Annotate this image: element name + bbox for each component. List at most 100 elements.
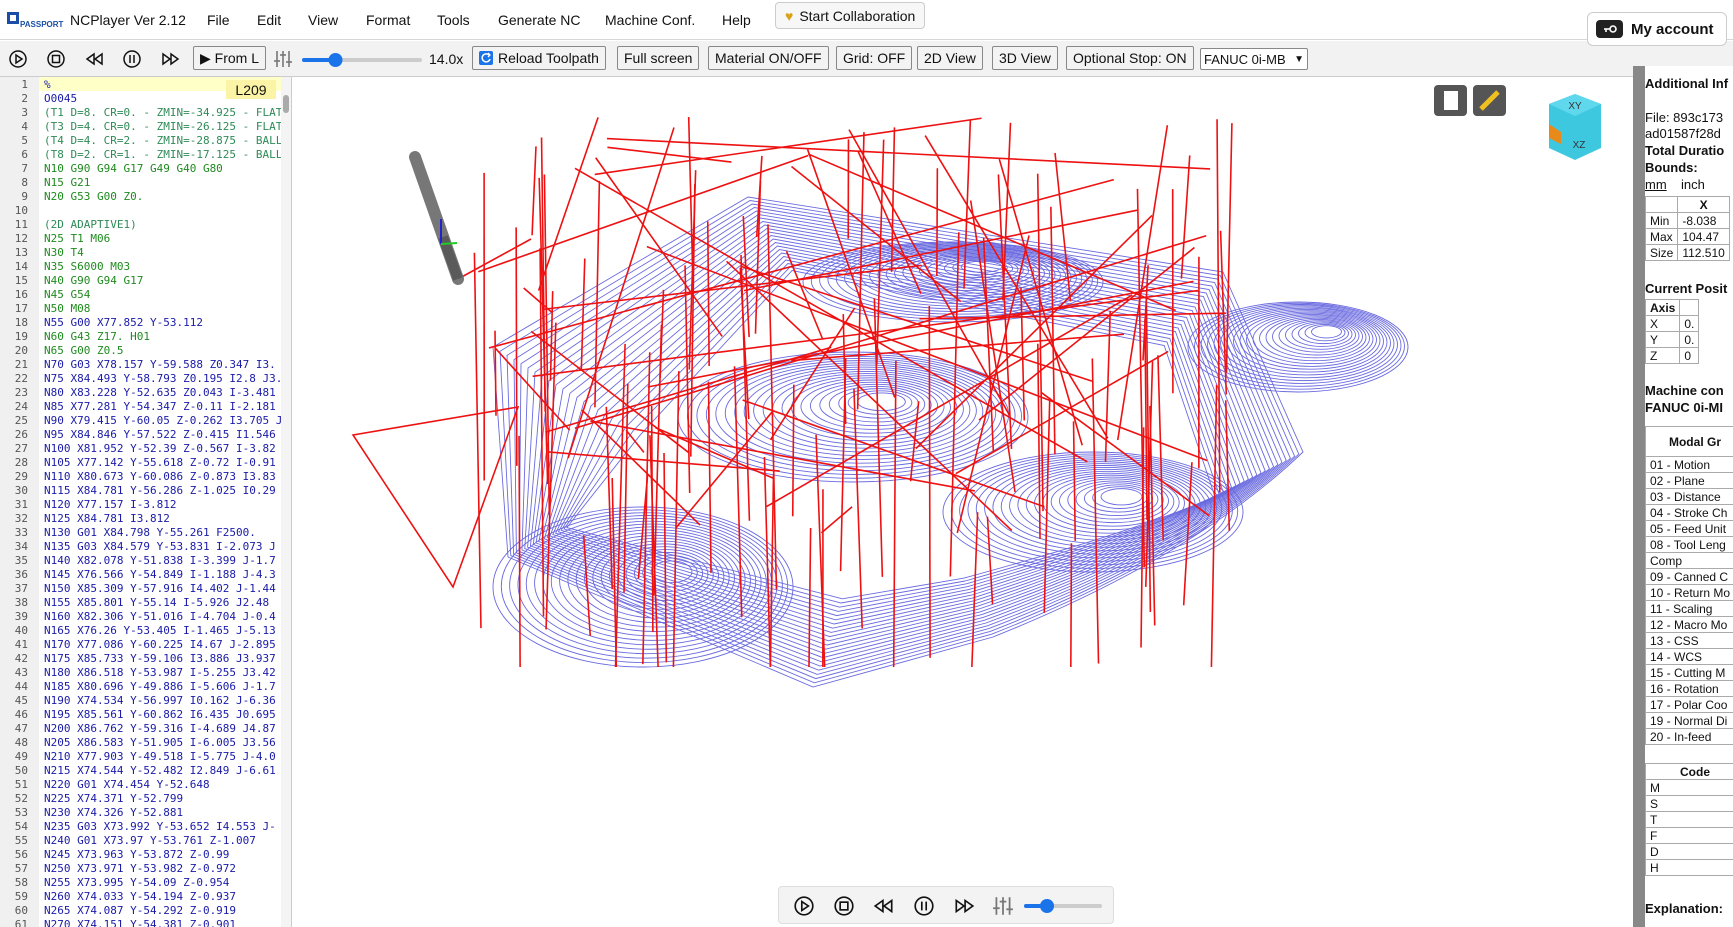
menu-generate-nc[interactable]: Generate NC: [498, 12, 580, 28]
code-line[interactable]: N25 T1 M06: [44, 232, 110, 245]
full-screen-button[interactable]: Full screen: [617, 46, 700, 70]
editor-scrollbar[interactable]: [281, 77, 291, 927]
code-line[interactable]: N265 X74.087 Y-54.292 Z-0.919: [44, 904, 236, 917]
play-icon[interactable]: [793, 895, 815, 917]
code-line[interactable]: N40 G90 G94 G17: [44, 274, 143, 287]
code-line[interactable]: N200 X86.762 Y-59.316 I-4.689 J4.87: [44, 722, 276, 735]
code-line[interactable]: N55 G00 X77.852 Y-53.112: [44, 316, 203, 329]
code-line[interactable]: N90 X79.415 Y-60.05 Z-0.262 I3.705 J: [44, 414, 282, 427]
code-line[interactable]: N250 X73.971 Y-53.982 Z-0.972: [44, 862, 236, 875]
pause-icon[interactable]: [913, 895, 935, 917]
code-line[interactable]: (T1 D=8. CR=0. - ZMIN=-34.925 - FLAT: [44, 106, 282, 119]
from-line-button[interactable]: ▶ From L: [193, 46, 266, 70]
menu-edit[interactable]: Edit: [257, 12, 281, 28]
code-line[interactable]: N205 X86.583 Y-51.905 I-6.005 J3.56: [44, 736, 276, 749]
menu-view[interactable]: View: [308, 12, 338, 28]
code-line[interactable]: N95 X84.846 Y-57.522 Z-0.415 I1.546: [44, 428, 276, 441]
code-line[interactable]: N75 X84.493 Y-58.793 Z0.195 I2.8 J3.: [44, 372, 282, 385]
code-line[interactable]: N115 X84.781 Y-56.286 Z-1.025 I0.29: [44, 484, 276, 497]
code-line[interactable]: N105 X77.142 Y-55.618 Z-0.72 I-0.91: [44, 456, 276, 469]
menu-format[interactable]: Format: [366, 12, 410, 28]
code-line[interactable]: N190 X74.534 Y-56.997 I0.162 J-6.36: [44, 694, 276, 707]
editor-scrollbar-thumb[interactable]: [283, 95, 289, 113]
pause-icon[interactable]: [122, 49, 142, 69]
code-line[interactable]: N120 X77.157 I-3.812: [44, 498, 176, 511]
code-line[interactable]: N110 X80.673 Y-60.086 Z-0.873 I3.83: [44, 470, 276, 483]
code-line[interactable]: (T4 D=4. CR=2. - ZMIN=-28.875 - BALL: [44, 134, 282, 147]
code-line[interactable]: N65 G00 Z0.5: [44, 344, 123, 357]
code-line[interactable]: N255 X73.995 Y-54.09 Z-0.954: [44, 876, 229, 889]
nc-code-editor[interactable]: 1 2 3 4 5 6 7 8 9 10 11 12 13 14 15 16 17 18 19 20 21 22 23 24 2…: [0, 77, 292, 927]
code-line[interactable]: N225 X74.371 Y-52.799: [44, 792, 183, 805]
speed-slider[interactable]: [302, 51, 422, 69]
menu-file[interactable]: File: [207, 12, 230, 28]
code-line[interactable]: N35 S6000 M03: [44, 260, 130, 273]
code-line[interactable]: N15 G21: [44, 176, 90, 189]
code-line[interactable]: N125 X84.781 I3.812: [44, 512, 170, 525]
code-line[interactable]: N185 X80.696 Y-49.886 I-5.606 J-1.7: [44, 680, 276, 693]
code-line[interactable]: N130 G01 X84.798 Y-55.261 F2500.: [44, 526, 256, 539]
code-line[interactable]: N10 G90 G94 G17 G49 G40 G80: [44, 162, 223, 175]
control-type-select[interactable]: FANUC 0i-MB ▼: [1200, 48, 1308, 70]
code-line[interactable]: N230 X74.326 Y-52.881: [44, 806, 183, 819]
fast-forward-icon[interactable]: [160, 49, 180, 69]
view-cube[interactable]: XY XZ: [1543, 90, 1607, 166]
code-line[interactable]: N50 M08: [44, 302, 90, 315]
bottom-speed-slider[interactable]: [1024, 897, 1102, 915]
grid-toggle-button[interactable]: Grid: OFF: [836, 46, 913, 70]
rewind-icon[interactable]: [85, 49, 105, 69]
code-line[interactable]: N145 X76.566 Y-54.849 I-1.188 J-4.3: [44, 568, 276, 581]
menu-tools[interactable]: Tools: [437, 12, 470, 28]
code-line[interactable]: (T8 D=2. CR=1. - ZMIN=-17.125 - BALL: [44, 148, 282, 161]
2d-view-button[interactable]: 2D View: [917, 46, 983, 70]
code-line[interactable]: %: [44, 78, 51, 91]
code-line[interactable]: N30 T4: [44, 246, 84, 259]
unit-mm[interactable]: mm: [1645, 177, 1667, 192]
code-line[interactable]: N150 X85.309 Y-57.916 I4.402 J-1.44: [44, 582, 276, 595]
toolpath-viewport[interactable]: [293, 77, 1633, 927]
code-line[interactable]: N215 X74.544 Y-52.482 I2.849 J-6.61: [44, 764, 276, 777]
code-line[interactable]: N70 G03 X78.157 Y-59.588 Z0.347 I3.: [44, 358, 276, 371]
material-toggle-button[interactable]: Material ON/OFF: [708, 46, 829, 70]
code-line[interactable]: N175 X85.733 Y-59.106 I3.886 J3.937: [44, 652, 276, 665]
menu-machine-conf[interactable]: Machine Conf.: [605, 12, 695, 28]
code-line[interactable]: N160 X82.306 Y-51.016 I-4.704 J-0.4: [44, 610, 276, 623]
code-line[interactable]: N135 G03 X84.579 Y-53.831 I-2.073 J: [44, 540, 276, 553]
stop-icon[interactable]: [46, 49, 66, 69]
code-line[interactable]: N80 X83.228 Y-52.635 Z0.043 I-3.481: [44, 386, 276, 399]
code-line[interactable]: N235 G03 X73.992 Y-53.652 I4.553 J-: [44, 820, 276, 833]
code-line[interactable]: N85 X77.281 Y-54.347 Z-0.11 I-2.181: [44, 400, 276, 413]
reload-toolpath-button[interactable]: Reload Toolpath: [472, 46, 606, 70]
code-line[interactable]: N20 G53 G00 Z0.: [44, 190, 143, 203]
bottom-speed-knob[interactable]: [1040, 899, 1054, 913]
code-line[interactable]: N245 X73.963 Y-53.872 Z-0.99: [44, 848, 229, 861]
toolpath-canvas[interactable]: [293, 77, 1633, 927]
optional-stop-button[interactable]: Optional Stop: ON: [1066, 46, 1194, 70]
code-line[interactable]: N240 G01 X73.97 Y-53.761 Z-1.007: [44, 834, 256, 847]
panel-resize-strip[interactable]: [1633, 66, 1645, 927]
code-line[interactable]: N165 X76.26 Y-53.405 I-1.465 J-5.13: [44, 624, 276, 637]
my-account-button[interactable]: My account: [1587, 12, 1727, 46]
code-line[interactable]: N140 X82.078 Y-51.838 I-3.399 J-1.7: [44, 554, 276, 567]
3d-view-button[interactable]: 3D View: [992, 46, 1058, 70]
code-line[interactable]: N220 G01 X74.454 Y-52.648: [44, 778, 210, 791]
code-line[interactable]: (T3 D=4. CR=0. - ZMIN=-26.125 - FLAT: [44, 120, 282, 133]
code-line[interactable]: N60 G43 Z17. H01: [44, 330, 150, 343]
code-line[interactable]: N210 X77.903 Y-49.518 I-5.775 J-4.0: [44, 750, 276, 763]
rewind-icon[interactable]: [873, 895, 895, 917]
code-line[interactable]: (2D ADAPTIVE1): [44, 218, 137, 231]
code-line[interactable]: N155 X85.801 Y-55.14 I-5.926 J2.48: [44, 596, 269, 609]
code-line[interactable]: N260 X74.033 Y-54.194 Z-0.937: [44, 890, 236, 903]
play-icon[interactable]: [8, 49, 28, 69]
settings-sliders-icon[interactable]: [992, 895, 1014, 917]
settings-sliders-icon[interactable]: [273, 49, 293, 69]
code-line[interactable]: N100 X81.952 Y-52.39 Z-0.567 I-3.82: [44, 442, 276, 455]
stop-icon[interactable]: [833, 895, 855, 917]
start-collaboration-button[interactable]: ♥ Start Collaboration: [775, 2, 926, 29]
code-line[interactable]: N270 X74.151 Y-54.381 Z-0.901: [44, 918, 236, 927]
unit-inch[interactable]: inch: [1681, 177, 1705, 192]
menu-help[interactable]: Help: [722, 12, 751, 28]
speed-slider-knob[interactable]: [328, 53, 343, 67]
code-line[interactable]: N170 X77.086 Y-60.225 I4.67 J-2.895: [44, 638, 276, 651]
code-line[interactable]: O0045: [44, 92, 77, 105]
